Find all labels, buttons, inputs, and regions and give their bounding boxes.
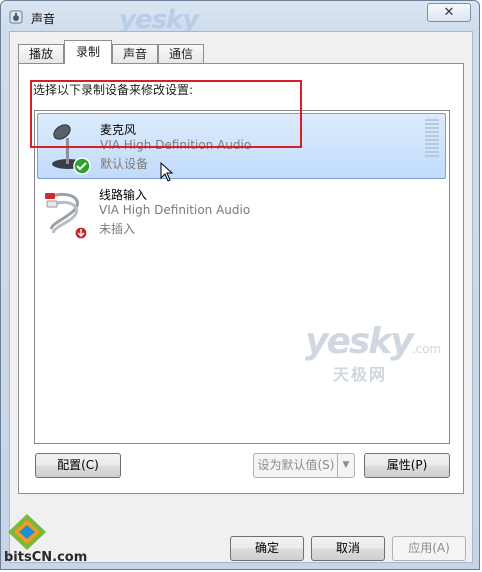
close-button[interactable]: ✕	[427, 3, 471, 22]
set-default-label: 设为默认值(S)	[257, 458, 335, 472]
set-default-button[interactable]: 设为默认值(S) ▼	[253, 453, 355, 478]
tab-communications[interactable]: 通信	[158, 44, 204, 63]
device-driver: VIA High Definition Audio	[99, 203, 251, 217]
watermark-sub: 天极网	[333, 365, 388, 384]
logo-text: bitsCN.com	[4, 550, 88, 565]
tab-recording[interactable]: 录制	[64, 40, 112, 64]
device-status: 未插入	[99, 222, 136, 236]
configure-button[interactable]: 配置(C)	[35, 453, 121, 478]
chevron-down-icon[interactable]: ▼	[337, 454, 354, 477]
window-title: 声音	[31, 12, 56, 26]
level-meter	[425, 119, 439, 159]
tab-sounds[interactable]: 声音	[112, 44, 158, 63]
watermark-suffix: .com	[411, 342, 442, 356]
title-bar[interactable]: 声音 yesky ✕	[1, 1, 479, 35]
apply-button[interactable]: 应用(A)	[392, 536, 466, 561]
speaker-icon	[9, 10, 23, 24]
device-list[interactable]: 麦克风 VIA High Definition Audio 默认设备 线路输入 …	[34, 110, 450, 444]
tab-playback[interactable]: 播放	[18, 44, 64, 63]
ok-button[interactable]: 确定	[230, 536, 304, 561]
device-status: 默认设备	[100, 157, 149, 171]
cancel-button[interactable]: 取消	[311, 536, 385, 561]
bitscn-logo-mark	[8, 514, 46, 550]
rca-cable-icon	[45, 192, 88, 240]
properties-button[interactable]: 属性(P)	[364, 453, 450, 478]
watermark-main: yesky	[305, 321, 414, 362]
highlight-box	[30, 80, 302, 148]
device-name: 线路输入	[99, 188, 148, 202]
mouse-cursor-icon	[160, 162, 174, 182]
watermark-mid: yesky.com 天极网	[305, 321, 442, 384]
bitscn-logo: bitsCN.com	[2, 512, 92, 570]
device-item-line-in[interactable]: 线路输入 VIA High Definition Audio 未插入	[37, 179, 446, 245]
